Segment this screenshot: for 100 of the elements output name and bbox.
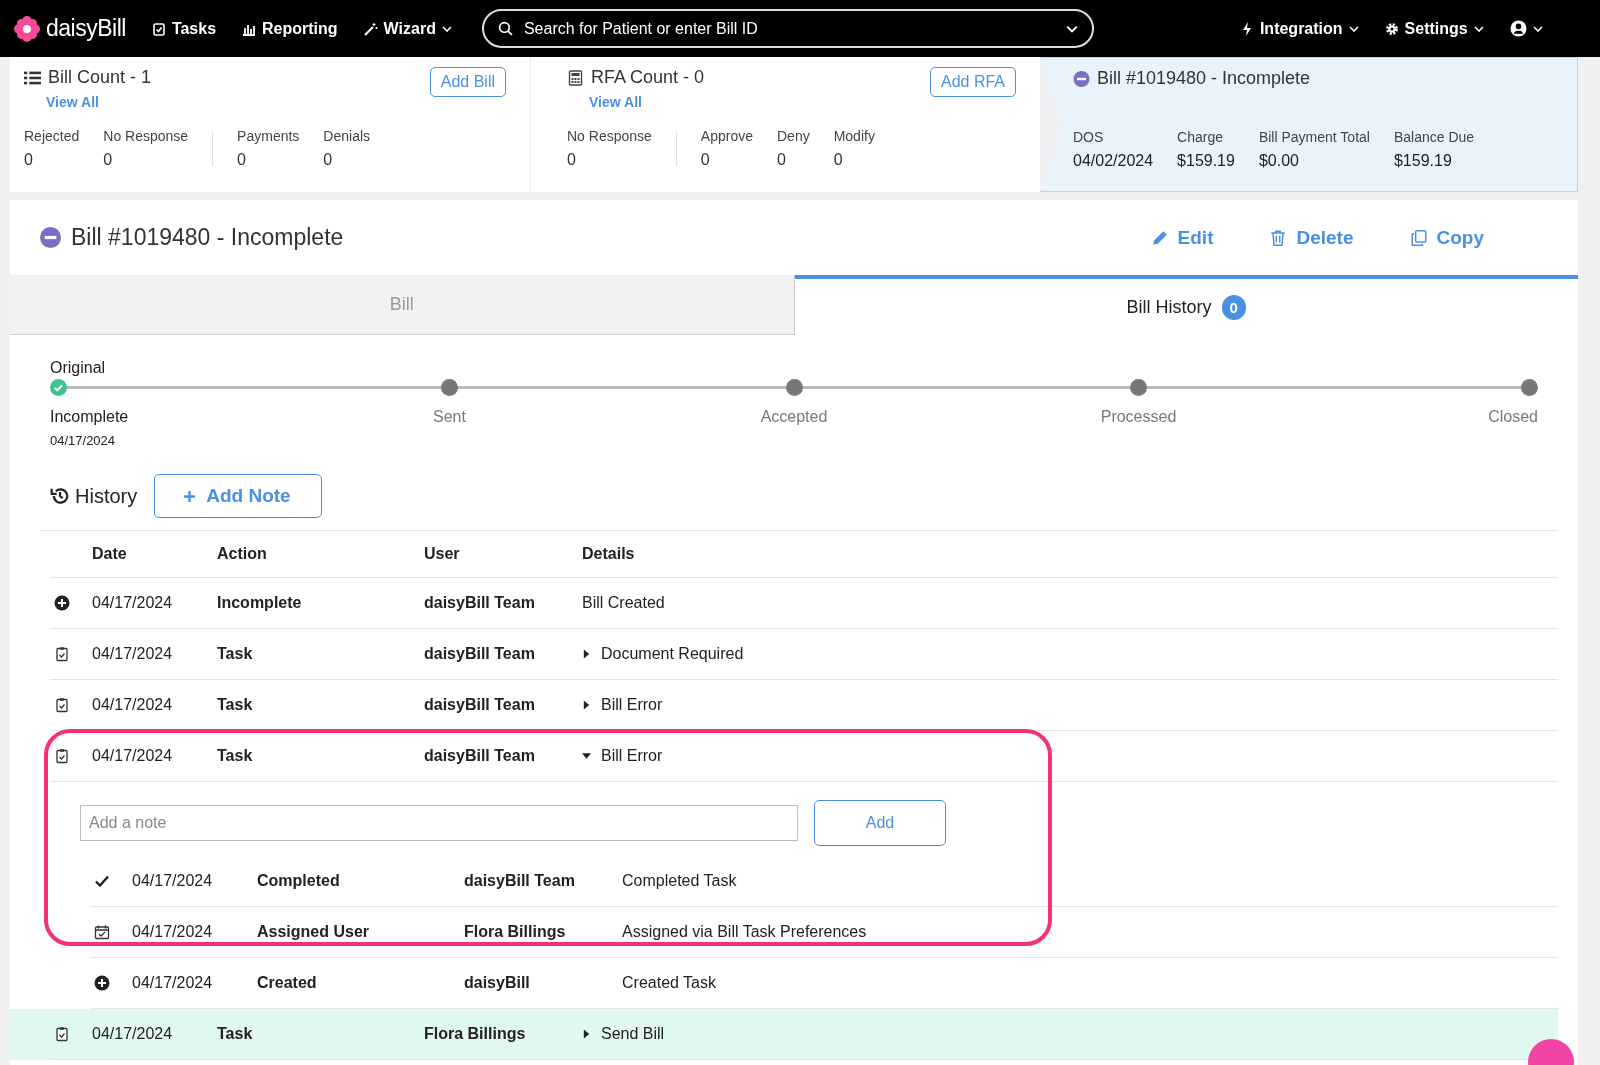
stat-value: $0.00 — [1258, 152, 1300, 170]
list-icon — [24, 69, 41, 86]
action-cell-text: Task — [217, 747, 254, 765]
search-field[interactable]: Search for Patient or enter Bill ID — [481, 9, 1094, 48]
logo-wordmark[interactable]: daisyBill — [46, 15, 126, 42]
stat-label: Rejected — [24, 128, 80, 144]
calculator-icon — [567, 69, 584, 86]
date-cell-text: 04/17/2024 — [92, 696, 174, 714]
stat-value: 04/02/2024 — [1073, 152, 1154, 170]
stat-label: No Response — [103, 128, 189, 144]
caret-right-icon — [582, 1029, 591, 1039]
stat-value: $159.19 — [1393, 152, 1453, 170]
checkmark-icon — [94, 873, 110, 889]
bill-title: Bill #1019480 - Incomplete — [71, 224, 344, 251]
caret-icon[interactable] — [1065, 25, 1078, 33]
history-title: History — [75, 484, 138, 508]
step-date: 04/17/2024 — [50, 433, 116, 448]
minus-circle-icon — [40, 227, 61, 248]
stat-value: 0 — [833, 151, 844, 169]
step-label: Closed — [1488, 408, 1538, 426]
account-menu[interactable] — [1509, 20, 1543, 37]
date-cell-text: 04/17/2024 — [132, 872, 214, 890]
panel-title: RFA Count - 0 — [591, 67, 705, 88]
details-cell: Assigned via Bill Task Preferences — [622, 923, 867, 941]
caret-icon — [1532, 25, 1543, 32]
caret-down-icon — [582, 751, 591, 761]
settings-menu[interactable]: Settings — [1384, 19, 1484, 38]
stat-value: 0 — [567, 151, 577, 169]
integration-menu[interactable]: Integration — [1239, 19, 1359, 38]
clipboard-check-icon — [54, 1026, 70, 1042]
stat-value: 0 — [323, 151, 334, 169]
caret-right-icon — [582, 649, 591, 659]
action-cell-text: Completed — [257, 872, 341, 890]
user-cell-text: daisyBill Team — [424, 594, 536, 612]
stat-label: Denials — [323, 128, 371, 144]
details-cell: Created Task — [622, 974, 716, 992]
date-cell-text: 04/17/2024 — [92, 747, 174, 765]
details-toggle[interactable]: Send Bill — [582, 1025, 665, 1043]
step-label: Accepted — [760, 408, 828, 426]
pencil-icon — [1150, 228, 1169, 247]
details-cell: Bill Created — [582, 594, 665, 612]
stat-value: 0 — [777, 151, 787, 169]
tasks-link[interactable]: Tasks — [151, 19, 217, 38]
stat-value: 0 — [700, 151, 711, 169]
caret-icon — [1348, 25, 1359, 32]
stepper-caption: Original — [50, 359, 107, 377]
reporting-link[interactable]: Reporting — [242, 19, 338, 38]
step-label: Processed — [1100, 408, 1177, 426]
stat-value: 0 — [103, 151, 114, 169]
action-cell-text: Assigned User — [257, 923, 371, 941]
user-cell-text: daisyBill Team — [424, 696, 536, 714]
caret-icon — [1473, 25, 1484, 32]
note-field[interactable]: Add a note — [80, 805, 798, 841]
plus-circle-icon — [94, 975, 110, 991]
plus-circle-icon — [54, 595, 70, 611]
user-cell-text: daisyBill — [464, 974, 531, 992]
stat-value: $159.19 — [1177, 152, 1235, 170]
user-cell-text: Flora Billings — [464, 923, 567, 941]
user-avatar-icon — [1509, 20, 1527, 37]
flower-logo-icon — [14, 15, 40, 42]
details-toggle[interactable]: Document Required — [582, 645, 744, 663]
caret-right-icon — [582, 700, 591, 710]
magic-wand-icon — [363, 21, 378, 36]
calendar-check-icon — [94, 924, 110, 940]
details-toggle[interactable]: Bill Error — [582, 747, 663, 765]
search-icon — [497, 21, 513, 36]
column-header: Action — [217, 545, 268, 563]
panel-title: Bill Count - 1 — [48, 67, 152, 88]
stat-label: No Response — [567, 128, 652, 144]
stat-label: Charge — [1177, 129, 1224, 145]
copy-icon — [1409, 228, 1428, 247]
action-cell-text: Task — [217, 696, 254, 714]
history-icon — [50, 486, 70, 506]
clipboard-check-icon — [54, 748, 70, 764]
date-cell-text: 04/17/2024 — [92, 594, 174, 612]
user-cell-text: daisyBill Team — [424, 747, 536, 765]
plus-icon — [183, 489, 197, 503]
caret-icon — [441, 25, 452, 32]
stat-label: DOS — [1073, 129, 1105, 145]
stat-label: Modify — [833, 128, 875, 144]
column-header: Details — [582, 545, 635, 563]
date-cell-text: 04/17/2024 — [92, 645, 174, 663]
action-cell-text: Incomplete — [217, 594, 303, 612]
wizard-menu[interactable]: Wizard — [363, 19, 452, 38]
details-toggle[interactable]: Bill Error — [582, 696, 663, 714]
clipboard-check-icon — [54, 646, 70, 662]
details-cell: Completed Task — [622, 872, 737, 890]
date-cell-text: 04/17/2024 — [132, 923, 214, 941]
step-label: Sent — [433, 408, 466, 426]
stat-label: Payments — [237, 128, 300, 144]
date-cell-text: 04/17/2024 — [132, 974, 214, 992]
stat-label: Deny — [777, 128, 810, 144]
column-header: Date — [92, 545, 128, 563]
trash-icon — [1269, 228, 1288, 247]
stat-label: Approve — [700, 128, 753, 144]
stat-value: 0 — [24, 151, 34, 169]
action-cell-text: Created — [257, 974, 318, 992]
stat-label: Balance Due — [1393, 129, 1475, 145]
step-label: Incomplete — [50, 408, 129, 426]
panel-title: Bill #1019480 - Incomplete — [1097, 68, 1311, 89]
